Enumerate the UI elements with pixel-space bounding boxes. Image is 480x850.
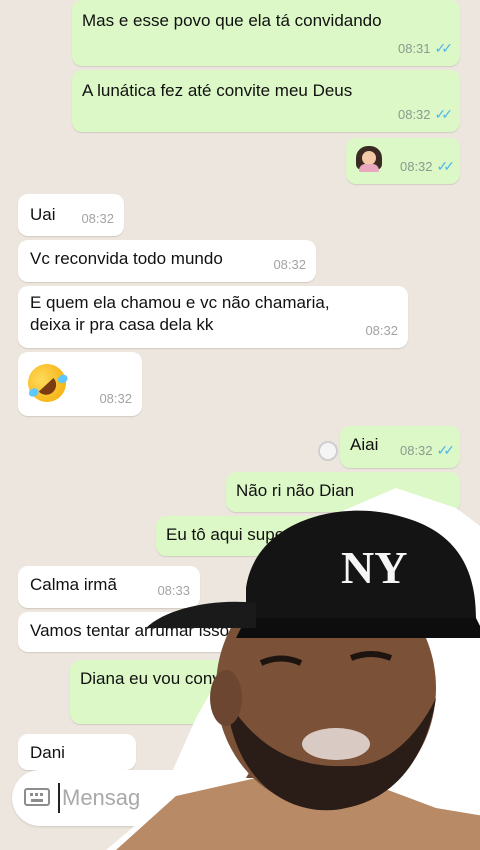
man-in-black-cap-image: NY (106, 488, 480, 850)
message-meta: 08:31 ✓✓ (397, 37, 454, 60)
message-bubble[interactable]: Vc reconvida todo mundo 08:32 (18, 240, 316, 282)
message-time: 08:31 (397, 41, 431, 56)
message-text: Vc reconvida todo mundo (30, 249, 223, 268)
keyboard-icon[interactable] (24, 788, 50, 806)
read-ticks-icon: ✓✓ (434, 40, 454, 56)
message-bubble[interactable]: 08:32 (18, 352, 142, 416)
read-ticks-icon: ✓✓ (436, 442, 456, 458)
message-bubble[interactable]: Uai 08:32 (18, 194, 124, 236)
message-time: 08:32 (399, 159, 433, 174)
message-text-line: deixa ir pra casa dela kk (30, 315, 214, 334)
message-time: 08:32 (99, 391, 132, 406)
chat-area: Mas e esse povo que ela tá convidando 08… (0, 0, 480, 850)
read-ticks-icon: ✓✓ (436, 158, 456, 174)
message-bubble[interactable]: A lunática fez até convite meu Deus 08:3… (72, 70, 460, 132)
read-ticks-icon: ✓✓ (434, 106, 454, 122)
message-bubble[interactable]: 08:32 ✓✓ (346, 138, 460, 184)
woman-facepalming-icon (356, 146, 382, 172)
message-text: Aiai (350, 435, 379, 454)
message-text: A lunática fez até convite meu Deus (82, 81, 353, 100)
cap-logo-text: NY (341, 542, 407, 593)
reaction-video-overlay: NY (96, 478, 480, 850)
message-text: Mas e esse povo que ela tá convidando (82, 11, 382, 30)
message-time: 08:32 (399, 443, 433, 458)
message-text: Uai (30, 205, 56, 224)
message-text-line: E quem ela chamou e vc não chamaria, (30, 293, 330, 312)
message-bubble[interactable]: Mas e esse povo que ela tá convidando 08… (72, 0, 460, 66)
message-text: Dani (30, 743, 65, 762)
select-message-checkbox[interactable] (318, 441, 338, 461)
message-meta: 08:32 ✓✓ (399, 155, 456, 178)
rolling-on-floor-laughing-icon (21, 357, 73, 409)
message-time: 08:32 (273, 257, 306, 272)
message-time: 08:32 (397, 107, 431, 122)
message-bubble[interactable]: E quem ela chamou e vc não chamaria, dei… (18, 286, 408, 348)
message-meta: 08:32 ✓✓ (399, 439, 456, 462)
message-bubble[interactable]: Aiai 08:32 ✓✓ (340, 426, 460, 468)
message-time: 08:32 (365, 323, 398, 338)
message-meta: 08:32 ✓✓ (397, 103, 454, 126)
message-time: 08:32 (81, 211, 114, 226)
